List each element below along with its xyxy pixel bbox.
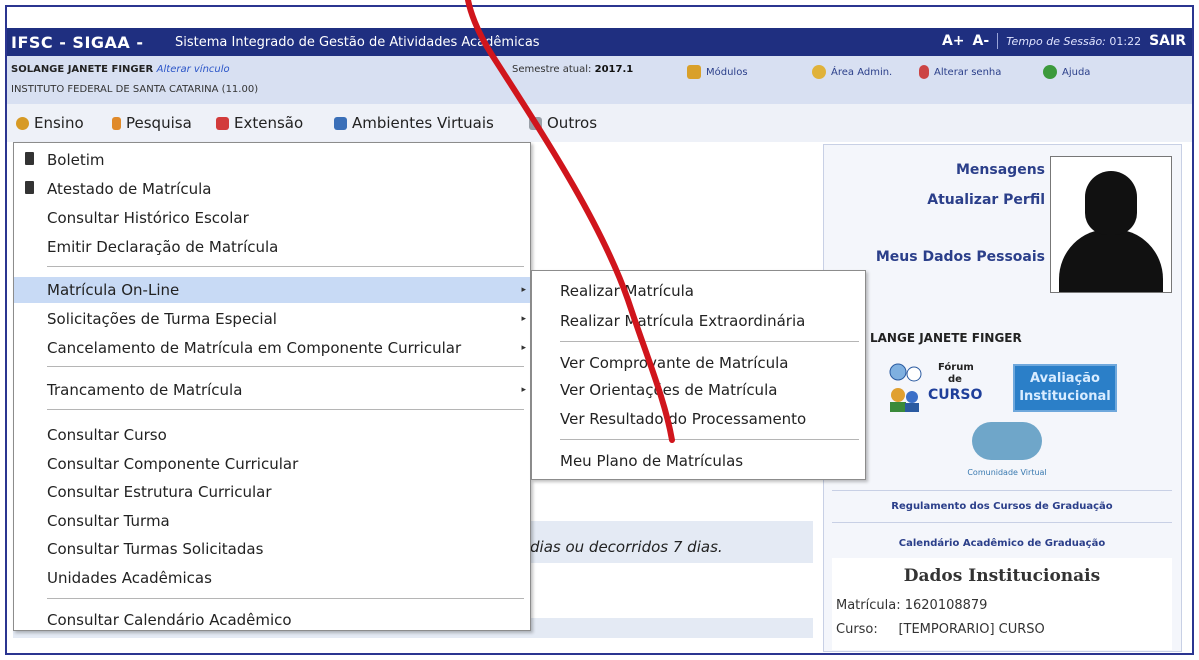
semester-info: Semestre atual: 2017.1 — [512, 64, 634, 75]
document-icon — [25, 181, 34, 194]
menu-item-unidades-academicas[interactable]: Unidades Acadêmicas — [14, 565, 530, 591]
panel-divider — [832, 522, 1172, 523]
menu-item-historico[interactable]: Consultar Histórico Escolar — [14, 205, 530, 231]
password-icon — [919, 65, 929, 79]
menu-item-trancamento[interactable]: Trancamento de Matrícula ▸ — [14, 377, 530, 403]
menu-item-calendario-academico[interactable]: Consultar Calendário Acadêmico — [14, 607, 530, 633]
admin-area-button[interactable]: Área Admin. — [812, 62, 892, 82]
menu-item-turmas-solicitadas[interactable]: Consultar Turmas Solicitadas — [14, 536, 530, 562]
font-decrease-button[interactable]: A- — [973, 33, 990, 49]
institutional-data-box: Dados Institucionais Matrícula: 16201088… — [832, 558, 1172, 650]
menu-item-componente-curricular[interactable]: Consultar Componente Curricular — [14, 451, 530, 477]
menu-separator — [560, 439, 859, 440]
header-bar: IFSC - SIGAA - Sistema Integrado de Gest… — [7, 28, 1192, 56]
submenu-arrow-icon: ▸ — [521, 314, 526, 324]
system-subtitle: Sistema Integrado de Gestão de Atividade… — [175, 35, 540, 50]
submenu-arrow-icon: ▸ — [521, 285, 526, 295]
main-menu-bar: Ensino Pesquisa Extensão Ambientes Virtu… — [7, 104, 1192, 142]
menu-separator — [47, 266, 524, 267]
ambientes-icon — [334, 116, 347, 130]
enrollment-row: Matrícula: 1620108879 — [836, 598, 988, 613]
institutional-evaluation-button[interactable]: Avaliação Institucional — [1013, 364, 1117, 412]
logout-button[interactable]: SAIR — [1149, 33, 1186, 49]
update-profile-link[interactable]: Atualizar Perfil — [880, 192, 1045, 208]
institution-name: INSTITUTO FEDERAL DE SANTA CATARINA (11.… — [11, 84, 259, 95]
forum-label-3: CURSO — [928, 387, 983, 403]
menu-item-atestado[interactable]: Atestado de Matrícula — [14, 176, 530, 202]
menu-item-consultar-turma[interactable]: Consultar Turma — [14, 508, 530, 534]
menu-separator — [47, 409, 524, 410]
menu-item-boletim[interactable]: Boletim — [14, 147, 530, 173]
forum-label-1: Fórum — [938, 362, 974, 373]
panel-divider — [832, 490, 1172, 491]
submenu-item-resultado[interactable]: Ver Resultado do Processamento — [532, 406, 865, 432]
menu-separator — [47, 598, 524, 599]
avatar-silhouette-head — [1085, 171, 1137, 235]
evaluation-label-2: Institucional — [1019, 389, 1111, 404]
submenu-item-plano-matriculas[interactable]: Meu Plano de Matrículas — [532, 448, 865, 474]
profile-name: LANGE JANETE FINGER — [870, 331, 1022, 345]
community-icon — [972, 422, 1042, 460]
virtual-community-button[interactable]: Comunidade Virtual — [955, 422, 1059, 484]
menu-item-estrutura-curricular[interactable]: Consultar Estrutura Curricular — [14, 479, 530, 505]
document-icon — [25, 152, 34, 165]
submenu-item-comprovante[interactable]: Ver Comprovante de Matrícula — [532, 350, 865, 376]
menu-item-turma-especial[interactable]: Solicitações de Turma Especial ▸ — [14, 306, 530, 332]
matricula-online-submenu: Realizar Matrícula Realizar Matrícula Ex… — [531, 270, 866, 480]
pesquisa-icon — [112, 116, 121, 130]
submenu-arrow-icon: ▸ — [521, 385, 526, 395]
tab-ensino[interactable]: Ensino — [16, 114, 84, 132]
key-icon — [812, 65, 826, 79]
avatar — [1050, 156, 1172, 293]
submenu-item-matricula-extraordinaria[interactable]: Realizar Matrícula Extraordinária — [532, 308, 865, 334]
messages-link[interactable]: Mensagens — [900, 162, 1045, 178]
ensino-icon — [16, 116, 29, 130]
menu-item-declaracao[interactable]: Emitir Declaração de Matrícula — [14, 234, 530, 260]
ensino-dropdown-menu: Boletim Atestado de Matrícula Consultar … — [13, 142, 531, 631]
change-link[interactable]: Alterar vínculo — [157, 64, 230, 75]
menu-item-cancelamento[interactable]: Cancelamento de Matrícula em Componente … — [14, 335, 530, 361]
institutional-data-title: Dados Institucionais — [903, 566, 1101, 586]
menu-separator — [560, 341, 859, 342]
avatar-silhouette-body — [1059, 229, 1163, 292]
community-label: Comunidade Virtual — [967, 468, 1047, 477]
tab-ambientes-virtuais[interactable]: Ambientes Virtuais — [334, 114, 494, 132]
notice-text: dias ou decorridos 7 dias. — [530, 538, 723, 556]
submenu-item-realizar-matricula[interactable]: Realizar Matrícula — [532, 278, 865, 304]
font-increase-button[interactable]: A+ — [942, 33, 965, 49]
change-password-button[interactable]: Alterar senha — [919, 62, 1001, 82]
forum-label-2: de — [948, 374, 962, 385]
evaluation-label-1: Avaliação — [1030, 371, 1100, 386]
tab-extensao[interactable]: Extensão — [216, 114, 303, 132]
menu-item-matricula-online[interactable]: Matrícula On-Line ▸ — [14, 277, 530, 303]
brand-title: IFSC - SIGAA - — [11, 33, 144, 52]
help-button[interactable]: Ajuda — [1043, 62, 1090, 82]
submenu-arrow-icon: ▸ — [521, 343, 526, 353]
tab-pesquisa[interactable]: Pesquisa — [112, 114, 192, 132]
help-icon — [1043, 65, 1057, 79]
outros-icon — [529, 116, 542, 130]
tab-outros[interactable]: Outros — [529, 114, 597, 132]
user-name: SOLANGE JANETE FINGER Alterar vínculo — [11, 64, 230, 75]
course-row: Curso: [TEMPORARIO] CURSO — [836, 622, 1045, 637]
course-forum-button[interactable]: Fórum de CURSO — [886, 362, 988, 414]
menu-separator — [47, 366, 524, 367]
extensao-icon — [216, 116, 229, 130]
modules-button[interactable]: Módulos — [687, 62, 748, 82]
personal-data-link[interactable]: Meus Dados Pessoais — [836, 249, 1045, 265]
header-divider — [997, 33, 999, 49]
modules-icon — [687, 65, 701, 79]
academic-calendar-link[interactable]: Calendário Acadêmico de Graduação — [832, 538, 1172, 549]
menu-item-consultar-curso[interactable]: Consultar Curso — [14, 422, 530, 448]
regulation-link[interactable]: Regulamento dos Cursos de Graduação — [832, 501, 1172, 512]
session-timer: Tempo de Sessão: 01:22 — [1006, 34, 1142, 48]
submenu-item-orientacoes[interactable]: Ver Orientações de Matrícula — [532, 377, 865, 403]
user-info-bar: SOLANGE JANETE FINGER Alterar vínculo IN… — [7, 56, 1192, 105]
